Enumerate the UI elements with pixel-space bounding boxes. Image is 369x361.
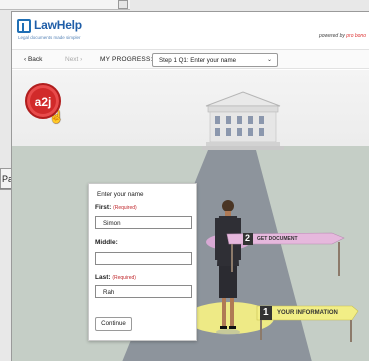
continue-button[interactable]: Continue [95, 317, 132, 331]
courthouse-icon [202, 91, 284, 150]
screenshot-frame: Pa LawHelp Legal documents made simpler … [0, 0, 369, 361]
a2j-guided-interview-window: LawHelp Legal documents made simpler pow… [11, 11, 369, 361]
chevron-down-icon: ⌄ [266, 57, 272, 63]
progress-label: MY PROGRESS: [100, 56, 153, 63]
back-button[interactable]: ‹ Back [24, 56, 42, 63]
first-name-required: (Required) [113, 205, 137, 211]
name-form-card: Enter your name First: (Required) Simon … [88, 183, 197, 341]
navigation-bar: ‹ Back Next › MY PROGRESS: Step 1 Q1: En… [12, 49, 369, 69]
progress-select[interactable]: Step 1 Q1: Enter your name ⌄ [152, 53, 278, 67]
middle-name-input[interactable] [95, 252, 192, 265]
last-name-input[interactable]: Rah [95, 285, 192, 298]
lawhelp-logo-icon [17, 19, 31, 33]
powered-by-brand: pro bono [346, 33, 366, 39]
first-name-input[interactable]: Simon [95, 216, 192, 229]
step-2-label[interactable]: GET DOCUMENT [257, 236, 298, 242]
background-toolbar [0, 0, 130, 10]
logo-subtext: Legal documents made simpler [18, 35, 81, 40]
form-title: Enter your name [97, 191, 144, 198]
step-1-label[interactable]: YOUR INFORMATION [277, 310, 338, 316]
interview-scene: 2 GET DOCUMENT 1 YOUR INFORMATION a2j ☝ … [12, 70, 369, 361]
first-name-label-text: First: [95, 204, 112, 211]
progress-select-value: Step 1 Q1: Enter your name [159, 57, 237, 64]
powered-by-label: powered by [319, 33, 345, 39]
logo-text: LawHelp [34, 18, 82, 32]
middle-name-label: Middle: [95, 239, 118, 246]
step-1-number: 1 [263, 307, 269, 318]
powered-by: powered by pro bono [319, 33, 366, 39]
header: LawHelp Legal documents made simpler pow… [12, 12, 369, 44]
background-tab[interactable] [118, 0, 128, 9]
last-name-required: (Required) [112, 275, 136, 281]
hand-cursor-icon: ☝ [49, 110, 64, 124]
next-button[interactable]: Next › [65, 56, 82, 63]
step-2-number: 2 [245, 233, 251, 243]
last-name-label-text: Last: [95, 274, 111, 281]
last-name-label: Last: (Required) [95, 274, 136, 281]
first-name-label: First: (Required) [95, 204, 137, 211]
